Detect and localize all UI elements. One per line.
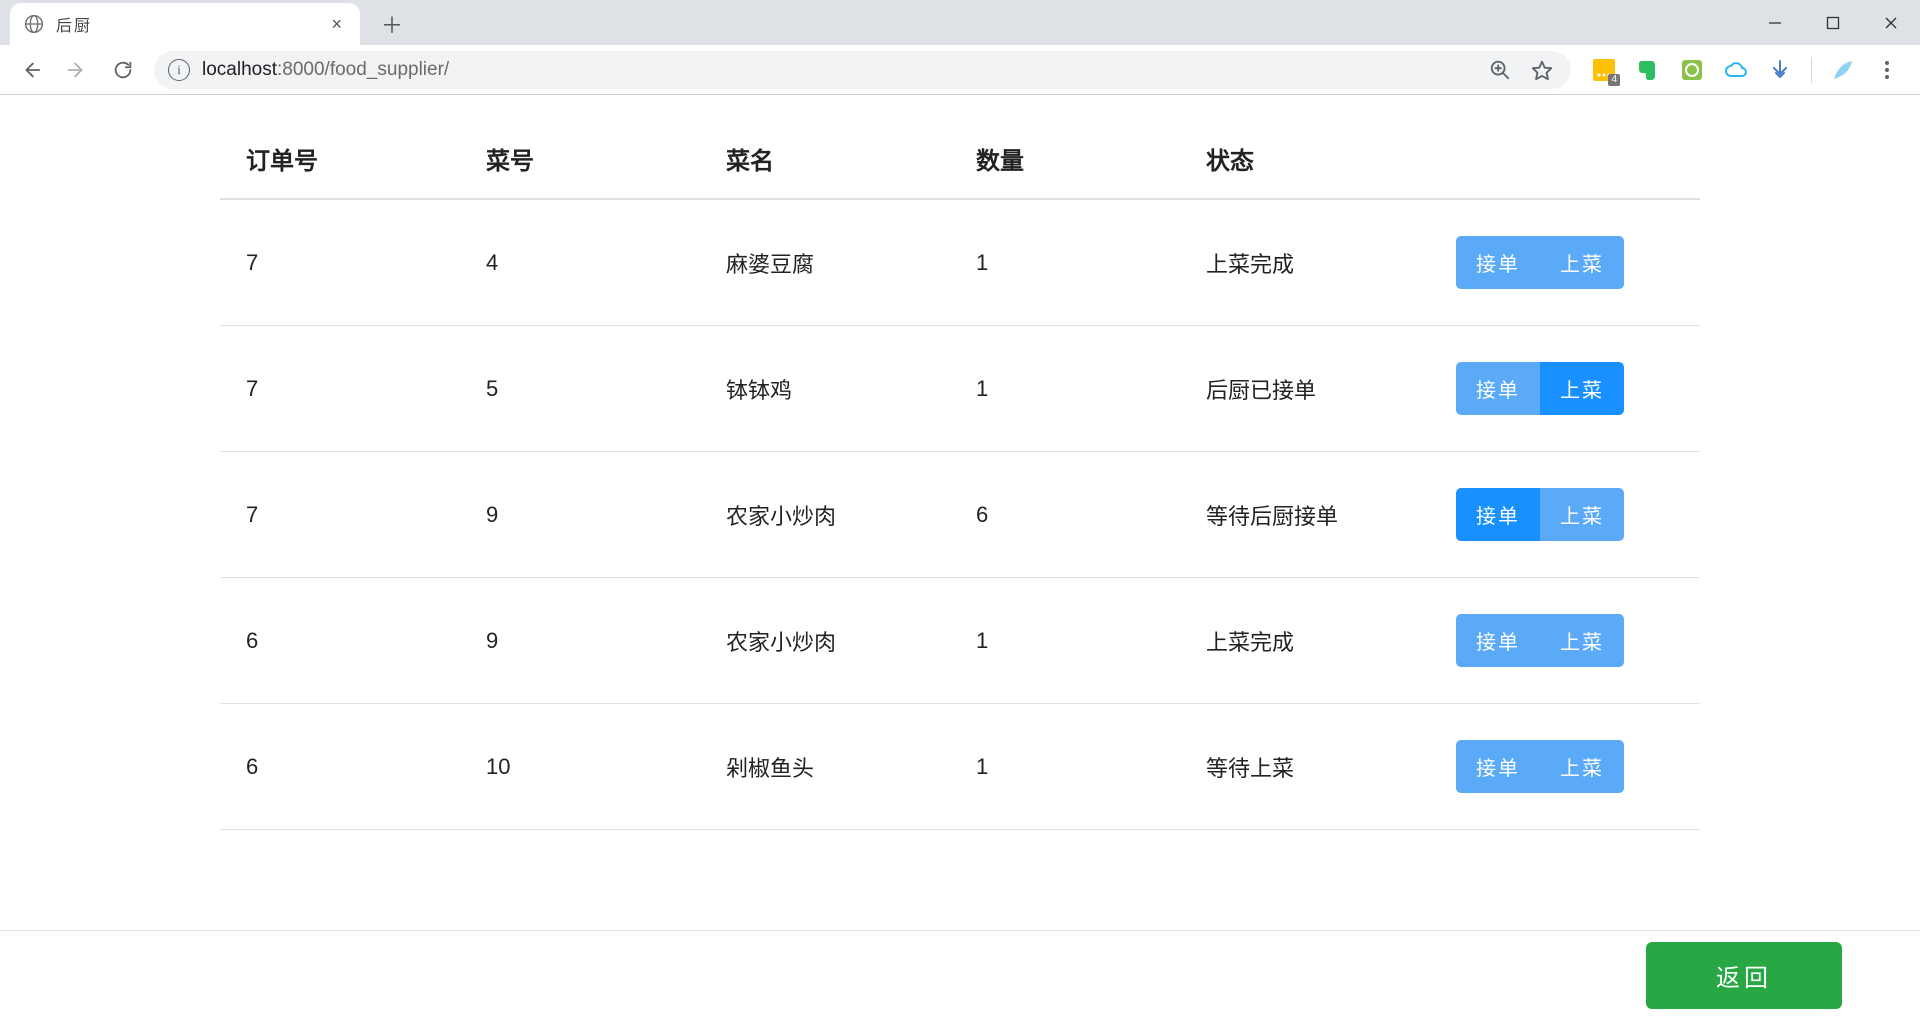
cell-dish_id: 4 — [460, 199, 700, 326]
cell-status: 上菜完成 — [1180, 578, 1430, 704]
accept-order-button[interactable]: 接单 — [1456, 362, 1540, 415]
cell-dish_name: 麻婆豆腐 — [700, 199, 950, 326]
cell-dish_id: 9 — [460, 452, 700, 578]
close-tab-icon[interactable]: × — [327, 14, 346, 35]
window-controls — [1746, 0, 1920, 45]
cell-qty: 1 — [950, 326, 1180, 452]
cell-dish_name: 农家小炒肉 — [700, 578, 950, 704]
tab-title: 后厨 — [56, 12, 327, 36]
cell-status: 后厨已接单 — [1180, 326, 1430, 452]
browser-tab[interactable]: 后厨 × — [10, 3, 360, 45]
browser-titlebar: 后厨 × ＋ — [0, 0, 1920, 45]
cell-status: 等待上菜 — [1180, 704, 1430, 830]
nav-forward-button[interactable] — [56, 49, 98, 91]
page-viewport: 订单号 菜号 菜名 数量 状态 74麻婆豆腐1上菜完成接单上菜75钵钵鸡1后厨已… — [0, 95, 1920, 1020]
accept-order-button[interactable]: 接单 — [1456, 740, 1540, 793]
bookmark-star-icon[interactable] — [1527, 55, 1557, 85]
col-actions — [1430, 119, 1700, 199]
browser-menu-icon[interactable] — [1874, 57, 1900, 83]
action-button-group: 接单上菜 — [1456, 740, 1674, 793]
address-bar[interactable]: i localhost:8000/food_supplier/ — [154, 51, 1571, 89]
nav-back-button[interactable] — [10, 49, 52, 91]
cell-status: 上菜完成 — [1180, 199, 1430, 326]
action-button-group: 接单上菜 — [1456, 236, 1674, 289]
table-row: 69农家小炒肉1上菜完成接单上菜 — [220, 578, 1700, 704]
cell-actions: 接单上菜 — [1430, 199, 1700, 326]
orders-table: 订单号 菜号 菜名 数量 状态 74麻婆豆腐1上菜完成接单上菜75钵钵鸡1后厨已… — [220, 119, 1700, 830]
table-row: 75钵钵鸡1后厨已接单接单上菜 — [220, 326, 1700, 452]
serve-dish-button[interactable]: 上菜 — [1540, 488, 1624, 541]
content-container: 订单号 菜号 菜名 数量 状态 74麻婆豆腐1上菜完成接单上菜75钵钵鸡1后厨已… — [220, 95, 1700, 830]
url-text: localhost:8000/food_supplier/ — [202, 59, 449, 81]
extension-evernote-icon[interactable] — [1635, 57, 1661, 83]
new-tab-button[interactable]: ＋ — [374, 6, 410, 42]
extension-cloud-icon[interactable] — [1723, 57, 1749, 83]
cell-dish_id: 5 — [460, 326, 700, 452]
cell-qty: 1 — [950, 578, 1180, 704]
cell-status: 等待后厨接单 — [1180, 452, 1430, 578]
action-button-group: 接单上菜 — [1456, 362, 1674, 415]
cell-qty: 1 — [950, 704, 1180, 830]
col-qty: 数量 — [950, 119, 1180, 199]
extension-green-icon[interactable] — [1679, 57, 1705, 83]
browser-toolbar: i localhost:8000/food_supplier/ 4 — [0, 45, 1920, 95]
window-maximize-button[interactable] — [1804, 0, 1862, 45]
globe-icon — [24, 14, 44, 34]
cell-order_id: 6 — [220, 578, 460, 704]
cell-order_id: 7 — [220, 199, 460, 326]
cell-qty: 6 — [950, 452, 1180, 578]
extension-feather-icon[interactable] — [1830, 57, 1856, 83]
col-status: 状态 — [1180, 119, 1430, 199]
col-dish-name: 菜名 — [700, 119, 950, 199]
cell-order_id: 6 — [220, 704, 460, 830]
window-minimize-button[interactable] — [1746, 0, 1804, 45]
col-dish-id: 菜号 — [460, 119, 700, 199]
accept-order-button[interactable]: 接单 — [1456, 488, 1540, 541]
zoom-icon[interactable] — [1485, 55, 1515, 85]
col-order-id: 订单号 — [220, 119, 460, 199]
table-header-row: 订单号 菜号 菜名 数量 状态 — [220, 119, 1700, 199]
site-info-icon[interactable]: i — [168, 59, 190, 81]
extension-icons: 4 — [1581, 57, 1910, 83]
accept-order-button[interactable]: 接单 — [1456, 614, 1540, 667]
cell-actions: 接单上菜 — [1430, 452, 1700, 578]
cell-actions: 接单上菜 — [1430, 704, 1700, 830]
table-row: 79农家小炒肉6等待后厨接单接单上菜 — [220, 452, 1700, 578]
back-button[interactable]: 返回 — [1646, 942, 1842, 1009]
table-row: 610剁椒鱼头1等待上菜接单上菜 — [220, 704, 1700, 830]
cell-actions: 接单上菜 — [1430, 578, 1700, 704]
toolbar-divider — [1811, 57, 1812, 83]
cell-actions: 接单上菜 — [1430, 326, 1700, 452]
cell-order_id: 7 — [220, 452, 460, 578]
extension-translate-icon[interactable]: 4 — [1591, 57, 1617, 83]
serve-dish-button[interactable]: 上菜 — [1540, 614, 1624, 667]
window-close-button[interactable] — [1862, 0, 1920, 45]
cell-order_id: 7 — [220, 326, 460, 452]
serve-dish-button[interactable]: 上菜 — [1540, 236, 1624, 289]
table-row: 74麻婆豆腐1上菜完成接单上菜 — [220, 199, 1700, 326]
action-button-group: 接单上菜 — [1456, 614, 1674, 667]
serve-dish-button[interactable]: 上菜 — [1540, 362, 1624, 415]
extension-download-icon[interactable] — [1767, 57, 1793, 83]
cell-dish_name: 钵钵鸡 — [700, 326, 950, 452]
extension-badge: 4 — [1608, 74, 1620, 86]
cell-dish_name: 剁椒鱼头 — [700, 704, 950, 830]
cell-dish_id: 9 — [460, 578, 700, 704]
nav-reload-button[interactable] — [102, 49, 144, 91]
serve-dish-button[interactable]: 上菜 — [1540, 740, 1624, 793]
cell-qty: 1 — [950, 199, 1180, 326]
accept-order-button[interactable]: 接单 — [1456, 236, 1540, 289]
cell-dish_id: 10 — [460, 704, 700, 830]
action-button-group: 接单上菜 — [1456, 488, 1674, 541]
cell-dish_name: 农家小炒肉 — [700, 452, 950, 578]
footer-bar: 返回 — [0, 930, 1920, 1020]
